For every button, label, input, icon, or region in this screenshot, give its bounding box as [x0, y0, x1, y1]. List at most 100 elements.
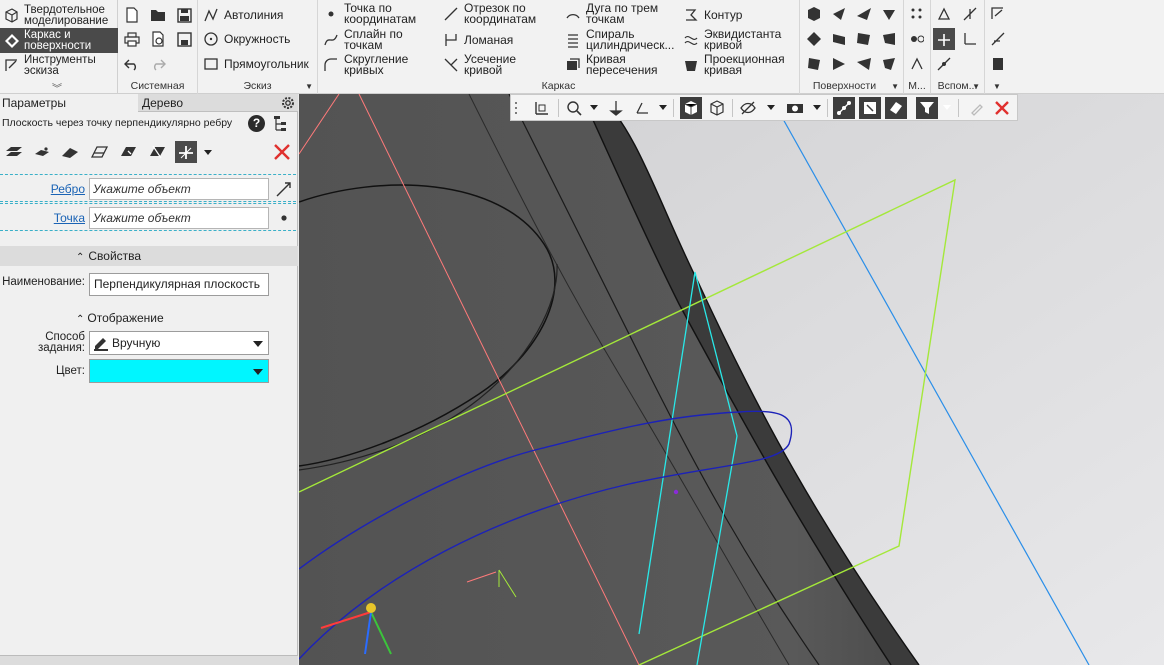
- plane-angle-icon[interactable]: [59, 141, 81, 163]
- curve-point[interactable]: [673, 489, 679, 495]
- sew-surface-icon[interactable]: [878, 53, 900, 75]
- close-icon[interactable]: [272, 142, 292, 162]
- shaded-view-icon[interactable]: [680, 97, 702, 119]
- aux-axis-icon[interactable]: [959, 3, 981, 25]
- section-expand-icon[interactable]: ▼: [891, 82, 899, 91]
- loft-surface-icon[interactable]: [878, 3, 900, 25]
- layers-icon[interactable]: [987, 53, 1009, 75]
- extrude-surface-icon[interactable]: [803, 3, 825, 25]
- orientation-icon[interactable]: [605, 97, 627, 119]
- help-icon[interactable]: ?: [248, 115, 265, 132]
- mode-solid-modeling[interactable]: Твердотельное моделирование: [0, 3, 118, 28]
- wireframe-view-icon[interactable]: [706, 97, 728, 119]
- plane-tangent-icon[interactable]: [88, 141, 110, 163]
- tree-view-icon[interactable]: [273, 115, 289, 133]
- extend-surface-icon[interactable]: [853, 53, 875, 75]
- aux-line-icon[interactable]: [933, 53, 955, 75]
- plane-edge-icon[interactable]: [146, 141, 168, 163]
- model-scene[interactable]: [299, 94, 1164, 665]
- zoom-icon[interactable]: [563, 97, 585, 119]
- tab-parameters[interactable]: Параметры: [0, 94, 138, 112]
- new-document-icon[interactable]: [121, 4, 143, 26]
- tab-tree[interactable]: Дерево: [140, 94, 278, 112]
- save-all-icon[interactable]: [173, 28, 195, 50]
- expand-chevron-icon[interactable]: ︾: [52, 80, 62, 95]
- pick-point-icon[interactable]: [274, 208, 294, 228]
- measure-icon[interactable]: [987, 28, 1009, 50]
- pick-edge-icon[interactable]: [274, 179, 294, 199]
- section-expand-icon[interactable]: ▼: [993, 82, 1008, 91]
- toolbar-grip[interactable]: [512, 97, 520, 119]
- mode-wireframe-surfaces[interactable]: Каркас и поверхности: [0, 28, 118, 53]
- polyline-button[interactable]: Ломаная: [442, 31, 513, 49]
- arc-three-points-button[interactable]: Дуга по трем точкам: [564, 2, 658, 25]
- trim-curve-button[interactable]: Усечение кривой: [442, 53, 516, 76]
- plane-normal-icon[interactable]: [117, 141, 139, 163]
- display-header[interactable]: ⌃ Отображение: [76, 311, 164, 325]
- trim-surface-icon[interactable]: [828, 53, 850, 75]
- point-by-coords-button[interactable]: Точка по координатам: [322, 2, 416, 25]
- plane-through-points-icon[interactable]: [31, 141, 53, 163]
- show-dropdown-icon[interactable]: [813, 105, 821, 110]
- redo-icon[interactable]: [147, 53, 169, 75]
- projection-curve-button[interactable]: Проекционная кривая: [682, 53, 785, 76]
- rectangle-button[interactable]: Прямоугольник: [202, 55, 309, 73]
- more-modes-dropdown[interactable]: [201, 141, 215, 163]
- segment-by-coords-button[interactable]: Отрезок по координатам: [442, 2, 536, 25]
- spline-surface-icon[interactable]: [878, 28, 900, 50]
- edge-field-label[interactable]: Ребро: [51, 182, 85, 196]
- color-select[interactable]: [89, 359, 269, 383]
- cylindrical-spiral-button[interactable]: Спираль цилиндрическ...: [564, 28, 674, 51]
- cancel-icon[interactable]: [991, 97, 1013, 119]
- save-icon[interactable]: [173, 4, 195, 26]
- name-input[interactable]: Перпендикулярная плоскость: [89, 273, 269, 296]
- plane-offset-icon[interactable]: [3, 141, 25, 163]
- model-viewport[interactable]: [299, 94, 1164, 665]
- plane-perpendicular-edge-icon[interactable]: [175, 141, 197, 163]
- grid-icon[interactable]: [906, 3, 928, 25]
- orientation-dropdown-icon[interactable]: [659, 105, 667, 110]
- pattern-icon[interactable]: [906, 28, 928, 50]
- circle-button[interactable]: Окружность: [202, 30, 290, 48]
- filter-dropdown-icon[interactable]: [943, 105, 951, 110]
- offset-surface-icon[interactable]: [803, 53, 825, 75]
- contour-button[interactable]: Контур: [682, 6, 742, 24]
- sketch-icon[interactable]: [987, 3, 1009, 25]
- undo-icon[interactable]: [121, 53, 143, 75]
- ruled-surface-icon[interactable]: [828, 28, 850, 50]
- autoline-button[interactable]: Автолиния: [202, 6, 283, 24]
- section-expand-icon[interactable]: ▼: [305, 82, 313, 91]
- open-folder-icon[interactable]: [147, 4, 169, 26]
- section-expand-icon[interactable]: ▼: [972, 82, 980, 91]
- edge-field[interactable]: Укажите объект: [89, 178, 269, 200]
- method-select[interactable]: Вручную: [89, 331, 269, 355]
- gear-icon[interactable]: [280, 95, 296, 111]
- hide-icon[interactable]: [737, 97, 759, 119]
- coordinate-system-icon[interactable]: [959, 28, 981, 50]
- revolve-surface-icon[interactable]: [828, 3, 850, 25]
- equidistant-curve-button[interactable]: Эквидистанта кривой: [682, 28, 781, 51]
- show-icon[interactable]: [784, 97, 806, 119]
- axes-orientation-icon[interactable]: [631, 97, 653, 119]
- sketch-view-icon[interactable]: [531, 97, 553, 119]
- point-field-label[interactable]: Точка: [54, 211, 85, 225]
- select-surfaces-icon[interactable]: [885, 97, 907, 119]
- properties-header[interactable]: ⌃ Свойства: [0, 246, 298, 266]
- mirror-icon[interactable]: [906, 53, 928, 75]
- mode-sketch-tools[interactable]: Инструменты эскиза: [0, 53, 118, 78]
- filter-icon[interactable]: [916, 97, 938, 119]
- point-field[interactable]: Укажите объект: [89, 207, 269, 229]
- spline-by-points-button[interactable]: Сплайн по точкам: [322, 28, 403, 51]
- aux-plane-icon[interactable]: [933, 3, 955, 25]
- print-icon[interactable]: [121, 28, 143, 50]
- select-bodies-icon[interactable]: [859, 97, 881, 119]
- intersection-curve-button[interactable]: Кривая пересечения: [564, 53, 658, 76]
- perpendicular-plane-icon[interactable]: [933, 28, 955, 50]
- pick-dropper-icon[interactable]: [966, 97, 988, 119]
- select-filter-icon[interactable]: [833, 97, 855, 119]
- zoom-dropdown-icon[interactable]: [590, 105, 598, 110]
- kinematic-surface-icon[interactable]: [853, 3, 875, 25]
- hide-dropdown-icon[interactable]: [767, 105, 775, 110]
- preview-icon[interactable]: [147, 28, 169, 50]
- fillet-curves-button[interactable]: Скругление кривых: [322, 53, 408, 76]
